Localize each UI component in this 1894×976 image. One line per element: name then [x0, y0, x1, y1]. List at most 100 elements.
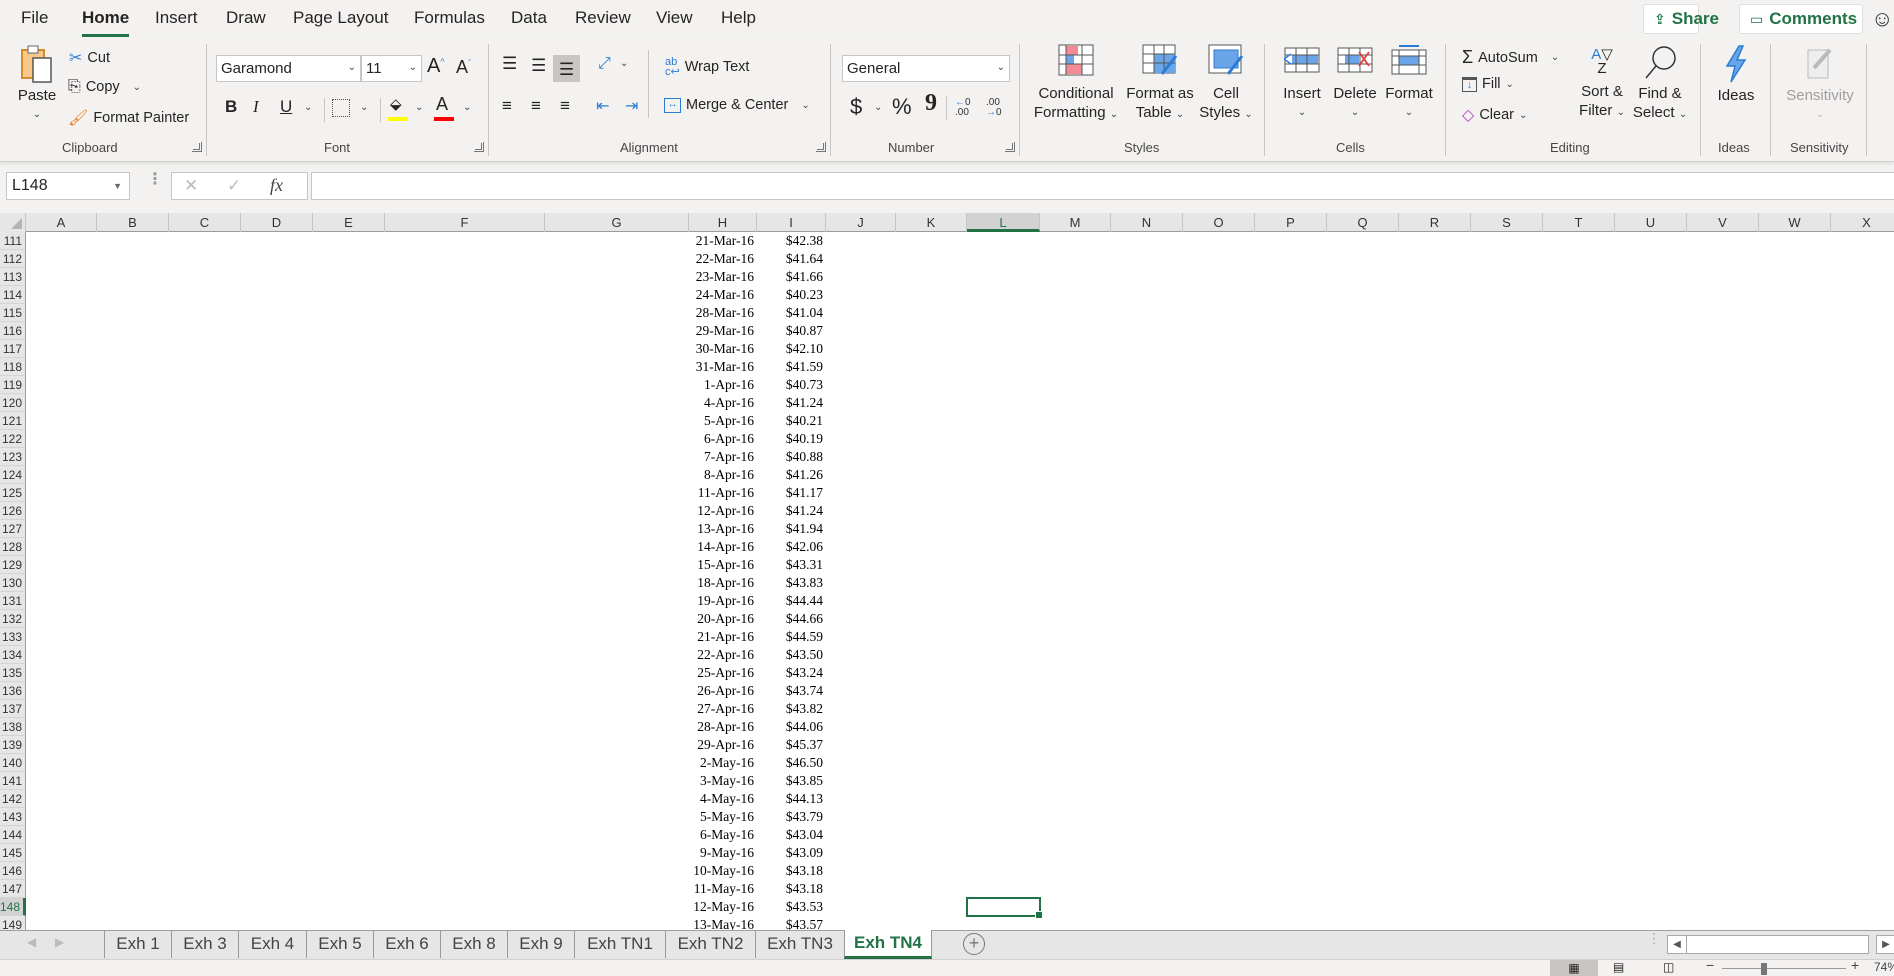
cell-date[interactable]: 10-May-16	[689, 862, 754, 880]
currency-dropdown-icon[interactable]: ⌄	[874, 102, 882, 113]
cell-date[interactable]: 29-Apr-16	[689, 736, 754, 754]
cell-date[interactable]: 11-May-16	[689, 880, 754, 898]
cell-date[interactable]: 1-Apr-16	[689, 376, 754, 394]
row-header[interactable]: 114	[0, 286, 26, 304]
tab-file[interactable]: File	[21, 8, 48, 28]
page-break-view-icon[interactable]: ◫	[1663, 960, 1674, 974]
cell-price[interactable]: $43.18	[757, 862, 823, 880]
decrease-decimal-icon[interactable]: .00 →0	[986, 98, 1002, 118]
column-header-T[interactable]: T	[1543, 213, 1615, 232]
column-header-B[interactable]: B	[97, 213, 169, 232]
paste-dropdown-icon[interactable]: ⌄	[33, 105, 41, 124]
cell-price[interactable]: $43.57	[757, 916, 823, 930]
cell-date[interactable]: 6-May-16	[689, 826, 754, 844]
sheet-tab-exh-8[interactable]: Exh 8	[440, 931, 507, 958]
insert-function-button[interactable]: fx	[270, 175, 283, 196]
row-header[interactable]: 140	[0, 754, 26, 772]
normal-view-icon[interactable]: ▦	[1550, 960, 1598, 976]
row-header[interactable]: 116	[0, 322, 26, 340]
cell-price[interactable]: $41.59	[757, 358, 823, 376]
cell-price[interactable]: $43.31	[757, 556, 823, 574]
row-header[interactable]: 119	[0, 376, 26, 394]
cell-date[interactable]: 11-Apr-16	[689, 484, 754, 502]
cell-date[interactable]: 13-Apr-16	[689, 520, 754, 538]
column-header-U[interactable]: U	[1615, 213, 1687, 232]
cell-price[interactable]: $43.74	[757, 682, 823, 700]
column-header-N[interactable]: N	[1111, 213, 1183, 232]
cell-price[interactable]: $40.23	[757, 286, 823, 304]
row-header[interactable]: 123	[0, 448, 26, 466]
cell-price[interactable]: $43.79	[757, 808, 823, 826]
sort-filter-button[interactable]: A▽ Z Sort & Filter ⌄	[1572, 44, 1632, 122]
row-header[interactable]: 139	[0, 736, 26, 754]
row-header[interactable]: 112	[0, 250, 26, 268]
autosum-button[interactable]: Σ AutoSum ⌄	[1462, 47, 1559, 68]
wrap-text-button[interactable]: ab c↩ Wrap Text	[665, 57, 749, 78]
comments-button[interactable]: ▭ Comments	[1739, 4, 1863, 34]
enter-formula-button[interactable]: ✓	[227, 176, 241, 196]
row-header[interactable]: 137	[0, 700, 26, 718]
percent-button[interactable]: %	[892, 94, 912, 120]
borders-dropdown-icon[interactable]: ⌄	[360, 102, 368, 113]
autosum-dropdown-icon[interactable]: ⌄	[1551, 52, 1559, 63]
cell-date[interactable]: 3-May-16	[689, 772, 754, 790]
cell-price[interactable]: $43.82	[757, 700, 823, 718]
cell-price[interactable]: $43.53	[757, 898, 823, 916]
number-launcher-icon[interactable]	[1005, 142, 1015, 152]
increase-indent-icon[interactable]: ⇥	[625, 96, 638, 116]
format-as-table-button[interactable]: Format as Table ⌄	[1122, 44, 1198, 124]
sheet-tab-exh-tn3[interactable]: Exh TN3	[755, 931, 844, 958]
cell-price[interactable]: $44.59	[757, 628, 823, 646]
row-header[interactable]: 142	[0, 790, 26, 808]
row-header[interactable]: 149	[0, 916, 26, 930]
sheet-tab-exh-6[interactable]: Exh 6	[373, 931, 440, 958]
cell-price[interactable]: $41.94	[757, 520, 823, 538]
cell-date[interactable]: 26-Apr-16	[689, 682, 754, 700]
cell-price[interactable]: $45.37	[757, 736, 823, 754]
format-painter-button[interactable]: 🖌 Format Painter	[68, 108, 189, 128]
spreadsheet-grid[interactable]: ABCDEFGHIJKLMNOPQRSTUVWX 111 21-Mar-16 $42…	[0, 213, 1894, 930]
cell-date[interactable]: 30-Mar-16	[689, 340, 754, 358]
cell-date[interactable]: 12-May-16	[689, 898, 754, 916]
cancel-formula-button[interactable]: ✕	[184, 176, 198, 196]
clear-button[interactable]: ◇ Clear ⌄	[1462, 105, 1527, 125]
cell-date[interactable]: 5-May-16	[689, 808, 754, 826]
row-header[interactable]: 135	[0, 664, 26, 682]
cell-price[interactable]: $41.26	[757, 466, 823, 484]
row-header[interactable]: 122	[0, 430, 26, 448]
borders-icon[interactable]	[332, 99, 350, 117]
column-header-D[interactable]: D	[241, 213, 313, 232]
sheet-tab-exh-tn1[interactable]: Exh TN1	[574, 931, 665, 958]
find-select-button[interactable]: Find & Select ⌄	[1630, 44, 1690, 124]
row-header[interactable]: 141	[0, 772, 26, 790]
cell-date[interactable]: 18-Apr-16	[689, 574, 754, 592]
horizontal-scrollbar-thumb[interactable]	[1686, 935, 1869, 954]
underline-button[interactable]: U	[280, 97, 292, 117]
cell-price[interactable]: $40.87	[757, 322, 823, 340]
cell-date[interactable]: 6-Apr-16	[689, 430, 754, 448]
column-header-S[interactable]: S	[1471, 213, 1543, 232]
cell-price[interactable]: $42.06	[757, 538, 823, 556]
tab-insert[interactable]: Insert	[155, 8, 198, 28]
cell-date[interactable]: 2-May-16	[689, 754, 754, 772]
number-format-dropdown[interactable]: General ⌄	[842, 55, 1010, 82]
cell-date[interactable]: 14-Apr-16	[689, 538, 754, 556]
font-name-dropdown[interactable]: Garamond ⌄	[216, 55, 361, 82]
column-header-X[interactable]: X	[1831, 213, 1894, 232]
font-color-dropdown-icon[interactable]: ⌄	[463, 102, 471, 113]
cell-price[interactable]: $43.04	[757, 826, 823, 844]
currency-button[interactable]: $	[850, 94, 862, 120]
cell-price[interactable]: $43.18	[757, 880, 823, 898]
zoom-in-button[interactable]: +	[1851, 957, 1859, 973]
orientation-icon[interactable]: ⤢	[598, 55, 611, 73]
grow-font-icon[interactable]: A^	[427, 55, 445, 78]
row-header[interactable]: 131	[0, 592, 26, 610]
row-header[interactable]: 134	[0, 646, 26, 664]
sheet-tab-exh-5[interactable]: Exh 5	[306, 931, 373, 958]
alignment-launcher-icon[interactable]	[816, 142, 826, 152]
sheet-tab-exh-9[interactable]: Exh 9	[507, 931, 574, 958]
cell-price[interactable]: $40.88	[757, 448, 823, 466]
cell-date[interactable]: 9-May-16	[689, 844, 754, 862]
formula-input[interactable]	[311, 172, 1894, 200]
row-header[interactable]: 118	[0, 358, 26, 376]
